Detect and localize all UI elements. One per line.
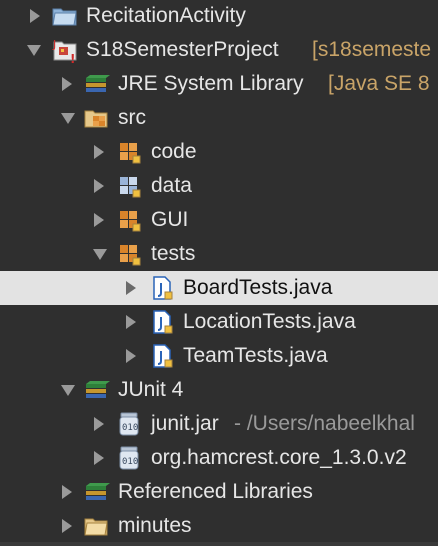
collapse-arrow-icon[interactable] (27, 45, 41, 56)
jar-icon: 010 (117, 446, 141, 470)
tree-item-package-gui[interactable]: GUI (0, 203, 438, 237)
tree-item-file-teamtests[interactable]: TeamTests.java (0, 339, 438, 373)
tree-item-label: LocationTests.java (183, 310, 356, 333)
java-file-icon (150, 310, 174, 334)
tree-item-label: JRE System Library (118, 72, 304, 95)
tree-item-project[interactable]: J ! S18SemesterProject [s18semeste (0, 33, 438, 67)
library-icon (84, 378, 110, 402)
tree-item-package-data[interactable]: data (0, 169, 438, 203)
library-icon (84, 72, 110, 96)
svg-text:J: J (52, 38, 56, 51)
expand-arrow-icon[interactable] (62, 77, 72, 91)
tree-item-jar-junit[interactable]: 010 junit.jar - /Users/nabeelkhal (0, 407, 438, 441)
expand-arrow-icon[interactable] (94, 213, 104, 227)
jre-decoration: [Java SE 8 (328, 72, 430, 95)
tree-item-referenced-libraries[interactable]: Referenced Libraries (0, 475, 438, 509)
project-decoration: [s18semeste (312, 38, 432, 61)
tree-item-junit4[interactable]: JUnit 4 (0, 373, 438, 407)
tree-item-jar-hamcrest[interactable]: 010 org.hamcrest.core_1.3.0.v2 (0, 441, 438, 475)
svg-text:010: 010 (122, 457, 138, 467)
collapse-arrow-icon[interactable] (93, 249, 107, 260)
tree-item-label: src (118, 106, 146, 129)
folder-icon (84, 514, 108, 538)
tree-item-jre-system-library[interactable]: JRE System Library [Java SE 8 (0, 67, 438, 101)
tree-item-minutes[interactable]: minutes (0, 509, 438, 543)
tree-item-label: tests (151, 242, 196, 265)
tree-item-src[interactable]: src (0, 101, 438, 135)
jar-icon: 010 (117, 412, 141, 436)
expand-arrow-icon[interactable] (62, 519, 72, 533)
expand-arrow-icon[interactable] (30, 9, 40, 23)
tree-item-label: org.hamcrest.core_1.3.0.v2 (151, 446, 407, 469)
package-icon (117, 140, 141, 164)
expand-arrow-icon[interactable] (62, 485, 72, 499)
tree-item-package-code[interactable]: code (0, 135, 438, 169)
tree-item-recitation-activity[interactable]: RecitationActivity (0, 0, 438, 33)
package-icon (117, 174, 141, 198)
source-folder-icon (84, 106, 108, 130)
tree-item-label: S18SemesterProject (86, 38, 279, 61)
folder-icon (52, 4, 77, 28)
collapse-arrow-icon[interactable] (61, 385, 75, 396)
library-icon (84, 480, 110, 504)
java-project-icon: J ! (50, 38, 77, 64)
java-file-icon (150, 276, 174, 300)
expand-arrow-icon[interactable] (126, 315, 136, 329)
svg-text:!: ! (70, 52, 75, 64)
tree-item-label: GUI (151, 208, 189, 231)
tree-item-label: junit.jar (151, 412, 219, 435)
tree-item-label: minutes (118, 514, 192, 537)
package-icon (117, 242, 141, 266)
tree-item-package-tests[interactable]: tests (0, 237, 438, 271)
tree-item-label: RecitationActivity (86, 4, 246, 27)
tree-item-file-locationtests[interactable]: LocationTests.java (0, 305, 438, 339)
package-explorer-tree: RecitationActivity J ! S18SemesterProjec… (0, 0, 438, 546)
java-file-icon (150, 344, 174, 368)
expand-arrow-icon[interactable] (126, 281, 136, 295)
expand-arrow-icon[interactable] (94, 179, 104, 193)
package-icon (117, 208, 141, 232)
tree-item-label: code (151, 140, 197, 163)
jar-path-decoration: - /Users/nabeelkhal (234, 412, 415, 435)
expand-arrow-icon[interactable] (126, 349, 136, 363)
collapse-arrow-icon[interactable] (61, 113, 75, 124)
tree-item-label: data (151, 174, 192, 197)
tree-item-label: BoardTests.java (183, 276, 333, 299)
panel-bottom-edge (0, 542, 438, 546)
tree-item-label: TeamTests.java (183, 344, 328, 367)
svg-text:010: 010 (122, 423, 138, 433)
tree-item-file-boardtests[interactable]: BoardTests.java (0, 271, 438, 305)
expand-arrow-icon[interactable] (94, 417, 104, 431)
expand-arrow-icon[interactable] (94, 451, 104, 465)
tree-item-label: JUnit 4 (118, 378, 184, 401)
tree-item-label: Referenced Libraries (118, 480, 313, 503)
expand-arrow-icon[interactable] (94, 145, 104, 159)
